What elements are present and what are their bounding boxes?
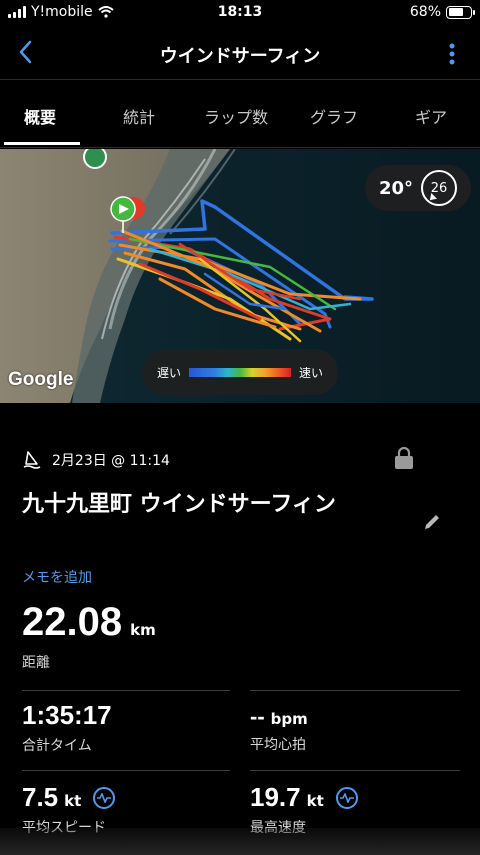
bottom-scroll-fade (0, 828, 480, 855)
clock: 18:13 (217, 4, 263, 20)
tab-stats[interactable]: 統計 (123, 104, 155, 128)
stat-value: 19.7 (250, 782, 301, 812)
battery-percent: 68% (409, 4, 441, 20)
activity-date: 2月23日 @ 11:14 (52, 453, 170, 469)
activity-date-row: 2月23日 @ 11:14 (22, 446, 452, 472)
tab-bar: 概要 統計 ラップ数 グラフ ギア (0, 82, 480, 148)
activity-title: 九十九里町 ウインドサーフィン (22, 492, 336, 517)
nav-bar: ウインドサーフィン (0, 28, 480, 80)
stat-label: 合計タイム (22, 738, 92, 754)
divider (22, 690, 230, 691)
stat-unit: kt (306, 792, 324, 810)
distance-unit: km (130, 621, 156, 639)
stat-avg-heart-rate: -- bpm 平均心拍 (250, 704, 308, 754)
stat-label: 平均心拍 (250, 737, 306, 753)
distance-label: 距離 (22, 655, 50, 671)
divider (22, 770, 230, 771)
tab-laps[interactable]: ラップ数 (204, 104, 268, 128)
windsurfing-icon (23, 451, 41, 469)
distance-value: 22.08 (22, 600, 123, 644)
legend-slow-label: 遅い (156, 365, 181, 380)
speed-chart-icon[interactable] (93, 786, 116, 809)
divider (250, 770, 460, 771)
divider (250, 690, 460, 691)
speed-gradient-bar (189, 367, 291, 377)
distance-value-row: 22.08 km (22, 600, 156, 645)
pencil-icon[interactable] (422, 512, 442, 532)
wind-direction-icon: 26 (421, 170, 458, 206)
google-logo: Google (8, 369, 74, 390)
active-tab-indicator (4, 142, 80, 145)
stat-value: 1:35:17 (22, 700, 112, 730)
stat-unit: kt (64, 792, 82, 810)
tab-graph[interactable]: グラフ (310, 104, 358, 128)
weather-badge: 20° 26 (365, 165, 471, 211)
battery-icon (446, 5, 475, 19)
stat-value: -- (250, 704, 265, 729)
stat-unit: bpm (270, 710, 308, 728)
wind-speed: 26 (430, 180, 448, 196)
status-bar: Y!mobile 18:13 68% (0, 0, 480, 28)
lock-icon[interactable] (394, 446, 414, 470)
temperature: 20° (379, 177, 414, 199)
tab-overview[interactable]: 概要 (24, 104, 56, 128)
speed-legend: 遅い 速い (142, 349, 338, 395)
battery-indicator: 68% (409, 4, 475, 20)
legend-fast-label: 速い (299, 365, 324, 380)
stat-total-time: 1:35:17 合計タイム (22, 700, 112, 755)
speed-chart-icon[interactable] (335, 786, 358, 809)
page-title: ウインドサーフィン (159, 46, 321, 67)
vertical-ellipsis-icon[interactable] (448, 42, 456, 66)
stat-value: 7.5 (22, 782, 59, 812)
tab-gear[interactable]: ギア (415, 104, 447, 128)
add-memo-link[interactable]: メモを追加 (22, 567, 92, 587)
